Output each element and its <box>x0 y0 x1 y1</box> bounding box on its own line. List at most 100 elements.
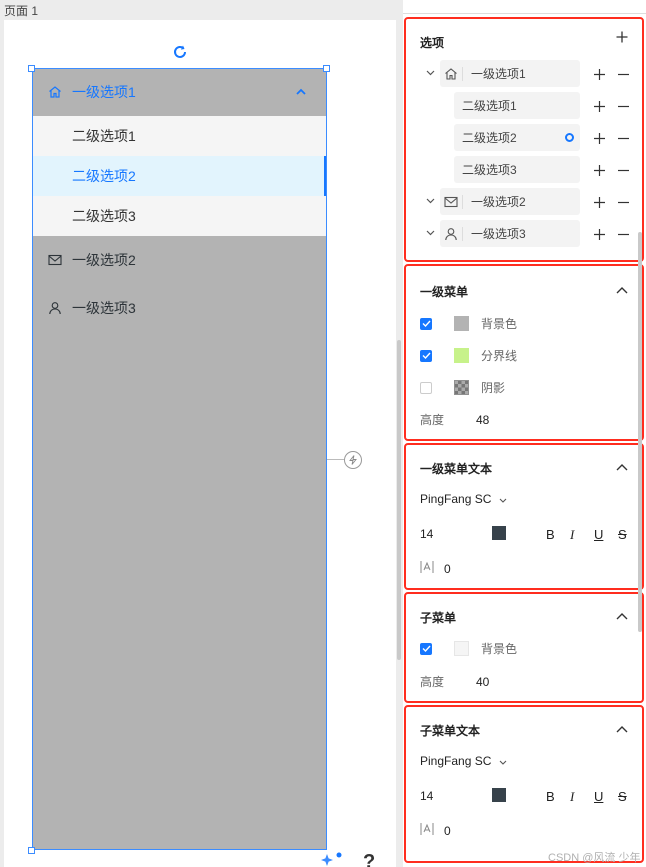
add-button[interactable] <box>592 99 606 113</box>
option-label: 一级选项2 <box>471 195 526 209</box>
letter-spacing-row: 0 <box>420 822 451 839</box>
selection-frame <box>32 68 327 850</box>
level1-menu-section: 一级菜单 背景色 分界线 阴影 高度 48 <box>404 264 644 441</box>
rotate-icon[interactable] <box>172 44 188 60</box>
submenu-height-row: 高度 40 <box>420 673 489 690</box>
text-color-swatch[interactable] <box>492 526 506 540</box>
option-label: 一级选项1 <box>471 67 526 81</box>
shadow-swatch[interactable] <box>454 380 469 395</box>
help-icon[interactable]: ? <box>363 851 375 867</box>
font-select[interactable]: PingFang SC <box>420 492 507 506</box>
chevron-down-icon <box>499 492 507 506</box>
underline-button[interactable]: U <box>594 789 603 804</box>
chevron-up-icon[interactable] <box>614 459 630 475</box>
letter-spacing-row: 0 <box>420 560 451 577</box>
remove-button[interactable] <box>616 195 630 209</box>
shadow-label: 阴影 <box>481 381 506 395</box>
letter-spacing-icon <box>420 560 434 577</box>
bg-color-swatch[interactable] <box>454 316 469 331</box>
bold-button[interactable]: B <box>546 527 555 542</box>
submenu-title: 子菜单 <box>420 611 457 625</box>
divider-color-swatch[interactable] <box>454 348 469 363</box>
bold-button[interactable]: B <box>546 789 555 804</box>
bg-color-checkbox[interactable] <box>420 317 432 330</box>
font-select[interactable]: PingFang SC <box>420 754 507 768</box>
chevron-up-icon[interactable] <box>614 608 630 624</box>
strikethrough-button[interactable]: S <box>618 789 627 804</box>
remove-button[interactable] <box>616 99 630 113</box>
option-item-level2-2[interactable]: 二级选项2 <box>454 124 580 151</box>
submenu-bg-checkbox[interactable] <box>420 642 432 655</box>
font-size-input[interactable]: 14 <box>420 789 433 803</box>
connector-line <box>327 459 344 460</box>
option-label: 二级选项3 <box>462 163 517 177</box>
add-button[interactable] <box>592 67 606 81</box>
resize-handle-tl[interactable] <box>28 65 35 72</box>
shadow-row: 阴影 <box>420 379 505 396</box>
option-label: 二级选项1 <box>462 99 517 113</box>
sparkle-icon[interactable] <box>318 852 342 867</box>
panel-top-strip <box>403 0 646 14</box>
font-size-input[interactable]: 14 <box>420 527 433 541</box>
submenu-bg-swatch[interactable] <box>454 641 469 656</box>
submenu-height-label: 高度 <box>420 675 445 689</box>
home-icon <box>440 67 462 81</box>
lightning-icon[interactable] <box>344 451 362 469</box>
remove-button[interactable] <box>616 163 630 177</box>
chevron-down-icon[interactable] <box>424 67 436 79</box>
chevron-up-icon[interactable] <box>614 721 630 737</box>
italic-button[interactable]: I <box>570 789 574 805</box>
submenu-height-input[interactable]: 40 <box>476 675 489 689</box>
level1-menu-title: 一级菜单 <box>420 285 469 299</box>
add-button[interactable] <box>592 163 606 177</box>
height-input[interactable]: 48 <box>476 413 489 427</box>
option-item-level1-1[interactable]: 一级选项1 <box>440 60 580 87</box>
add-button[interactable] <box>592 195 606 209</box>
add-button[interactable] <box>592 227 606 241</box>
letter-spacing-input[interactable]: 0 <box>444 562 451 576</box>
submenu-bg-row: 背景色 <box>420 640 517 657</box>
canvas-scrollbar[interactable] <box>397 340 401 660</box>
add-option-button[interactable] <box>614 29 630 45</box>
options-section: 选项 一级选项1 二级选项1 二级选项2 二级选项3 一级选项2 一级选项3 <box>404 17 644 262</box>
option-item-level1-2[interactable]: 一级选项2 <box>440 188 580 215</box>
divider <box>462 226 463 241</box>
height-row: 高度 48 <box>420 411 489 428</box>
bg-color-label: 背景色 <box>481 317 518 331</box>
resize-handle-bl[interactable] <box>28 847 35 854</box>
page-title: 页面 1 <box>4 4 39 18</box>
divider-checkbox[interactable] <box>420 349 432 362</box>
chevron-down-icon[interactable] <box>424 227 436 239</box>
option-item-level2-3[interactable]: 二级选项3 <box>454 156 580 183</box>
option-item-level1-3[interactable]: 一级选项3 <box>440 220 580 247</box>
height-label: 高度 <box>420 413 445 427</box>
add-button[interactable] <box>592 131 606 145</box>
submenu-text-title: 子菜单文本 <box>420 724 481 738</box>
remove-button[interactable] <box>616 131 630 145</box>
option-label: 二级选项2 <box>462 131 517 145</box>
option-label: 一级选项3 <box>471 227 526 241</box>
user-icon <box>440 227 462 241</box>
divider-row: 分界线 <box>420 347 517 364</box>
option-item-level2-1[interactable]: 二级选项1 <box>454 92 580 119</box>
chevron-up-icon[interactable] <box>614 282 630 298</box>
underline-button[interactable]: U <box>594 527 603 542</box>
font-size-value: 14 <box>420 527 434 541</box>
chevron-down-icon <box>499 754 507 768</box>
resize-handle-tr[interactable] <box>323 65 330 72</box>
font-size-value: 14 <box>420 789 434 803</box>
level1-text-title: 一级菜单文本 <box>420 462 493 476</box>
chevron-down-icon[interactable] <box>424 195 436 207</box>
remove-button[interactable] <box>616 227 630 241</box>
panel-scrollbar[interactable] <box>638 232 642 632</box>
letter-spacing-input[interactable]: 0 <box>444 824 451 838</box>
font-family-value: PingFang SC <box>420 754 492 768</box>
italic-button[interactable]: I <box>570 527 574 543</box>
text-color-swatch[interactable] <box>492 788 506 802</box>
mail-icon <box>440 196 462 208</box>
submenu-section: 子菜单 背景色 高度 40 <box>404 592 644 703</box>
shadow-checkbox[interactable] <box>420 381 432 394</box>
remove-button[interactable] <box>616 67 630 81</box>
strikethrough-button[interactable]: S <box>618 527 627 542</box>
divider <box>462 194 463 209</box>
